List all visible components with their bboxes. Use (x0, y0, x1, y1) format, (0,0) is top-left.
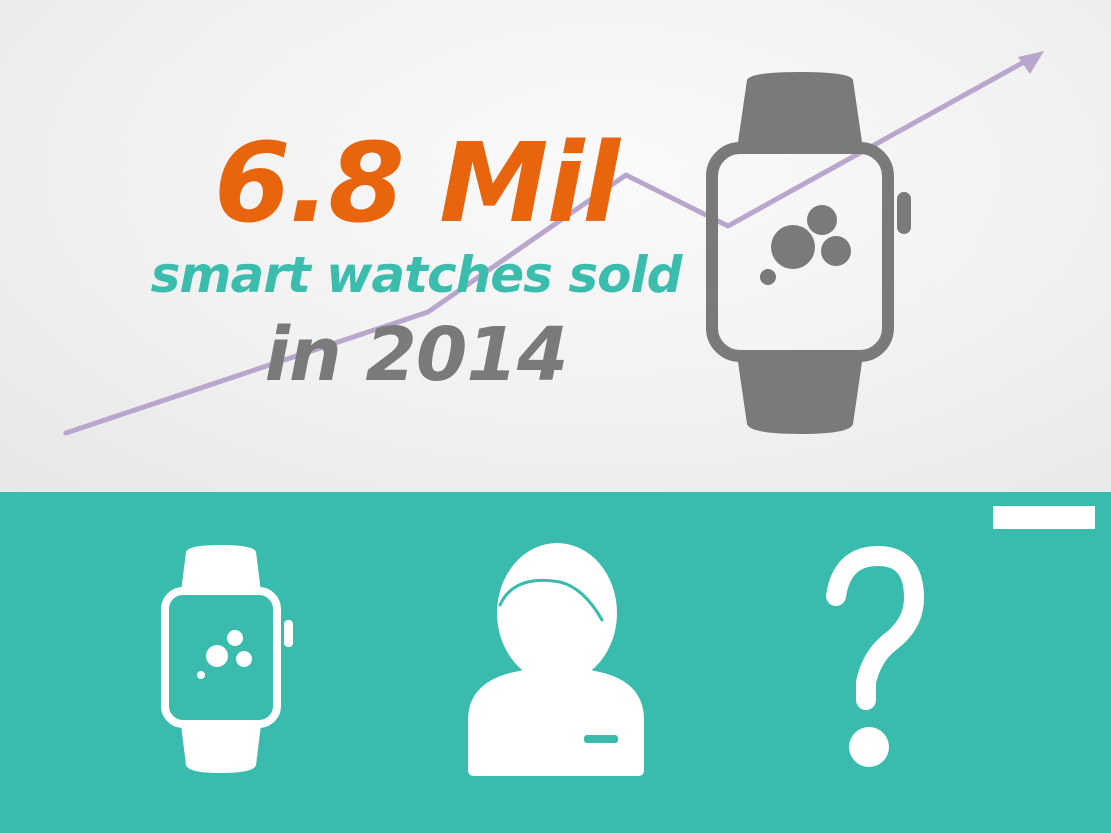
person-icon (468, 543, 644, 776)
person-badge (584, 735, 618, 743)
small-watch-crown (284, 620, 293, 647)
watch-dot-top (807, 205, 837, 235)
smartwatch-icon (161, 545, 293, 773)
minimize-bar-icon[interactable] (993, 506, 1095, 529)
small-watch-dot-right (236, 651, 252, 667)
small-watch-dot-large (206, 645, 228, 667)
icon-layer (161, 72, 1095, 776)
small-watch-strap-top (181, 545, 261, 592)
smartwatch-icon (706, 72, 911, 434)
watch-dot-small (760, 269, 776, 285)
watch-dot-large (771, 225, 815, 269)
small-watch-dot-small (197, 671, 205, 679)
small-watch-strap-bottom (181, 725, 261, 773)
small-watch-dot-top (227, 630, 243, 646)
infographic-canvas: 6.8 Mil smart watches sold in 2014 (0, 0, 1111, 833)
question-mark-curve (826, 546, 924, 710)
watch-dot-right (821, 236, 851, 266)
question-mark-dot (849, 727, 889, 767)
question-mark-icon (826, 546, 924, 767)
watch-crown (897, 192, 911, 234)
watch-strap-top (738, 72, 862, 142)
person-torso (468, 668, 644, 776)
watch-strap-bottom (738, 362, 862, 434)
